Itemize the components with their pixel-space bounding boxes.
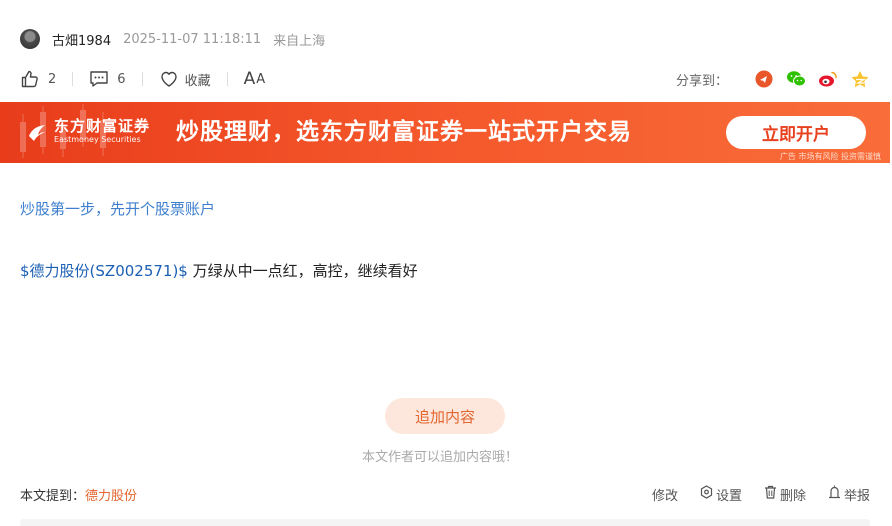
footer-row: 本文提到： 德力股份 修改 设置 删除 举报 <box>20 484 870 504</box>
report-button[interactable]: 举报 <box>828 485 870 504</box>
heart-icon <box>159 69 179 89</box>
share-group: 分享到： <box>676 69 870 89</box>
divider <box>226 72 228 86</box>
post-time: 2025-11-07 11:18:11 <box>123 31 262 47</box>
brand-name-en: Eastmoney Securities <box>54 135 141 144</box>
hexagon-gear-icon <box>700 485 716 503</box>
like-count: 2 <box>48 71 57 87</box>
report-label: 举报 <box>843 488 870 504</box>
stock-link[interactable]: $德力股份(SZ002571)$ <box>20 262 188 280</box>
open-account-tip-link[interactable]: 炒股第一步，先开个股票账户 <box>20 198 215 219</box>
post-text: 万绿从中一点红，高控，继续看好 <box>187 262 418 280</box>
wechat-icon[interactable] <box>786 69 806 89</box>
comment-box-edge <box>20 519 870 526</box>
delete-label: 删除 <box>779 488 806 504</box>
brand-logo: 东方财富证券 Eastmoney Securities <box>26 118 150 145</box>
like-button[interactable]: 2 <box>20 69 56 89</box>
comment-count: 6 <box>117 71 126 87</box>
action-row: 2 6 收藏 AA 分享到： <box>20 66 870 92</box>
toutiao-icon[interactable] <box>754 69 774 89</box>
comment-icon <box>89 69 109 89</box>
avatar[interactable] <box>20 29 40 49</box>
report-icon <box>828 485 844 503</box>
divider <box>72 72 74 86</box>
delete-button[interactable]: 删除 <box>764 485 806 504</box>
share-label: 分享到： <box>675 73 728 89</box>
font-size-small-label: A <box>256 71 267 87</box>
post-source: 来自上海 <box>273 33 326 49</box>
post-body: $德力股份(SZ002571)$ 万绿从中一点红，高控，继续看好 <box>20 260 418 281</box>
mention-stock-link[interactable]: 德力股份 <box>85 485 137 504</box>
append-hint: 本文作者可以追加内容哦！ <box>361 450 518 465</box>
footer-actions: 修改 设置 删除 举报 <box>630 485 870 504</box>
divider <box>141 72 143 86</box>
ad-disclaimer: 广告 市场有风险 投资需谨慎 <box>779 152 881 161</box>
font-size-toggle[interactable]: AA <box>244 69 267 89</box>
comment-button[interactable]: 6 <box>89 69 126 89</box>
favorite-button[interactable]: 收藏 <box>159 69 211 89</box>
weibo-icon[interactable] <box>818 69 838 89</box>
eastmoney-logo-icon <box>29 124 45 141</box>
edit-button[interactable]: 修改 <box>652 485 678 504</box>
edit-label: 修改 <box>651 488 678 504</box>
banner-slogan: 炒股理财，选东方财富证券一站式开户交易 <box>176 119 632 145</box>
thumbs-up-icon <box>20 69 40 89</box>
author-name[interactable]: 古畑1984 <box>52 30 111 49</box>
favorite-label: 收藏 <box>184 73 211 89</box>
brand-name-cn: 东方财富证券 <box>54 117 151 135</box>
settings-label: 设置 <box>715 488 742 504</box>
author-row: 古畑1984 2025-11-07 11:18:11 来自上海 <box>20 28 325 50</box>
append-content-button[interactable]: 追加内容 <box>385 398 505 434</box>
trash-icon <box>764 485 780 503</box>
open-account-button[interactable]: 立即开户 <box>726 116 866 149</box>
mention-label: 本文提到： <box>20 488 86 504</box>
font-size-large-label: A <box>243 69 257 89</box>
ad-banner[interactable]: 东方财富证券 Eastmoney Securities 炒股理财，选东方财富证券… <box>0 102 890 163</box>
settings-button[interactable]: 设置 <box>700 485 742 504</box>
qq-zone-icon[interactable] <box>850 69 870 89</box>
